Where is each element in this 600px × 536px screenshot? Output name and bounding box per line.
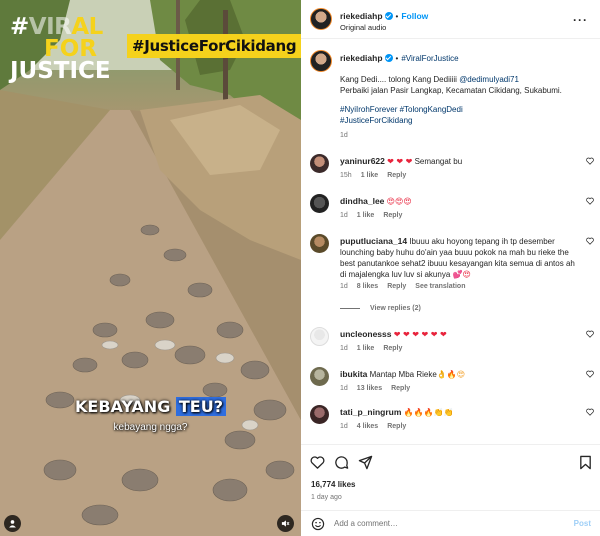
caption-text-2: Perbaiki jalan Pasir Langkap, Kecamatan … [340,86,562,95]
caption-header: riekediahp • #ViralForJustice [340,53,459,63]
comment-time[interactable]: 1d [340,283,348,290]
heart-icon[interactable] [586,237,594,245]
author-username[interactable]: riekediahp [340,11,383,21]
view-replies-button[interactable]: View replies (2) [340,305,421,312]
bookmark-icon[interactable] [578,455,593,470]
original-audio-link[interactable]: Original audio [340,23,386,32]
comment-username[interactable]: tati_p_ningrum [340,407,401,417]
post-comment-button[interactable]: Post [574,519,591,528]
subtitle-part-a: KEBAYANG [74,397,176,416]
viral-for-justice-logo: #VIRAL FOR JUSTICE [10,14,122,84]
comment-time[interactable]: 15h [340,172,352,179]
comment-text: Mantap Mba Rieke [369,370,437,379]
commenter-avatar[interactable] [310,327,329,346]
reply-button[interactable]: Reply [383,212,402,219]
caption-mention[interactable]: @dedimulyadi71 [459,75,519,84]
heart-icon[interactable] [586,370,594,378]
comment-emoji: 💕😍 [452,270,471,279]
video-subtitle: KEBAYANG TEU? [0,397,301,416]
comment-emoji: 😍😍😍 [386,197,412,206]
brand-hash: # [10,14,29,40]
comment-icon[interactable] [334,455,349,470]
post-actions: 16,774 likes 1 day ago [301,444,600,504]
comment-input[interactable]: Add a comment… [334,519,398,528]
reply-button[interactable]: Reply [391,385,410,392]
verified-badge-icon [384,54,393,62]
brand-for: FOR [44,36,97,62]
heart-icon[interactable] [310,455,325,470]
comment-username[interactable]: puputluciana_14 [340,236,407,246]
emoji-icon[interactable] [311,517,325,531]
share-icon[interactable] [358,455,373,470]
comment-time[interactable]: 1d [340,212,348,219]
commenter-avatar[interactable] [310,367,329,386]
comment-likes[interactable]: 1 like [357,345,375,352]
separator-dot: • [395,54,399,63]
author-avatar[interactable] [310,8,332,30]
comment-likes[interactable]: 13 likes [357,385,382,392]
comment-username[interactable]: dindha_lee [340,196,384,206]
user-tag-button[interactable] [4,515,21,532]
comment-time[interactable]: 1d [340,345,348,352]
post-side-panel: riekediahp • Follow Original audio ··· rie… [301,0,600,536]
reply-button[interactable]: Reply [387,172,406,179]
campaign-tagline: #JusticeForCikidang [127,34,301,58]
reply-button[interactable]: Reply [387,283,406,290]
commenter-avatar[interactable] [310,405,329,424]
volume-muted-icon [281,520,290,527]
post-video[interactable]: #VIRAL FOR JUSTICE #JusticeForCikidang K… [0,0,301,536]
comment-time[interactable]: 1d [340,385,348,392]
verified-badge-icon [384,12,393,20]
caption-hashtag-top[interactable]: #ViralForJustice [401,54,458,63]
reply-button[interactable]: Reply [387,423,406,430]
view-replies-label: View replies (2) [370,305,421,312]
commenter-avatar[interactable] [310,234,329,253]
caption-author-avatar[interactable] [310,50,332,72]
post-header: riekediahp • Follow Original audio ··· [301,0,600,39]
caption-hashtags-1[interactable]: #NyiIrohForever #TolongKangDedi [340,104,590,115]
reply-button[interactable]: Reply [383,345,402,352]
commenter-avatar[interactable] [310,154,329,173]
comment-likes[interactable]: 8 likes [357,283,378,290]
video-subtitle-translation: kebayang ngga? [113,422,188,433]
heart-icon[interactable] [586,157,594,165]
comment-username[interactable]: uncleonesss [340,329,392,339]
comment-username[interactable]: ibukita [340,369,367,379]
heart-icon[interactable] [586,330,594,338]
comment-likes[interactable]: 4 likes [357,423,378,430]
comment-likes[interactable]: 1 like [357,212,375,219]
brand-justice: JUSTICE [10,58,111,84]
heart-icon[interactable] [586,408,594,416]
add-comment-bar: Add a comment… Post [301,510,600,536]
comment-username[interactable]: yaninur622 [340,156,385,166]
follow-button[interactable]: Follow [401,11,428,21]
instagram-post-view: #VIRAL FOR JUSTICE #JusticeForCikidang K… [0,0,600,536]
caption-username[interactable]: riekediahp [340,53,383,63]
caption-body: Kang Dedi.... tolong Kang Dediiiii @dedi… [340,74,590,141]
user-tag-icon [9,520,16,528]
mute-button[interactable] [277,515,294,532]
comment-text: Semangat bu [414,157,463,166]
commenter-avatar[interactable] [310,194,329,213]
likes-count[interactable]: 16,774 likes [311,480,355,489]
heart-icon[interactable] [586,197,594,205]
caption-text-1: Kang Dedi.... tolong Kang Dediiiii [340,75,460,84]
comment-emoji: 🔥🔥🔥👏👏 [403,408,454,417]
author-line: riekediahp • Follow [340,11,428,21]
comment-emoji: ❤ ❤ ❤ ❤ ❤ ❤ [393,330,447,339]
comment-time[interactable]: 1d [340,423,348,430]
caption-hashtags-2[interactable]: #JusticeForCikidang [340,115,590,126]
post-age[interactable]: 1 day ago [311,494,342,501]
subtitle-highlight: TEU? [175,397,227,416]
more-options-icon[interactable]: ··· [573,13,588,27]
separator-dot: • [395,12,399,21]
see-translation-link[interactable]: See translation [415,283,465,290]
caption-time[interactable]: 1d [340,130,590,141]
comment-emoji: ❤ ❤ ❤ [387,157,413,166]
comment-emoji: 👌🔥😍 [436,370,466,379]
replies-divider [340,307,360,309]
comment-likes[interactable]: 1 like [361,172,379,179]
